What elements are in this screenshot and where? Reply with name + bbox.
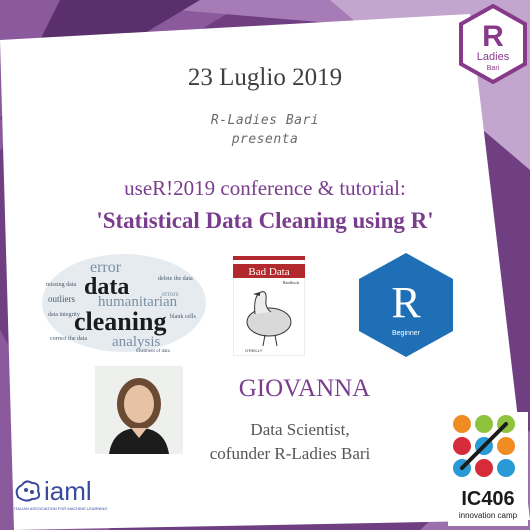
speaker-role: Data Scientist, bbox=[250, 420, 350, 439]
book-title: Bad Data bbox=[248, 266, 289, 278]
word-analysis: analysis bbox=[112, 334, 160, 350]
word-treatment: treatment of data bbox=[136, 349, 171, 354]
word-errors: errors bbox=[162, 290, 179, 298]
ic406-name: IC406 bbox=[461, 488, 514, 510]
presents-label: presenta bbox=[231, 132, 299, 147]
conference-line: useR!2019 conference & tutorial: bbox=[124, 176, 406, 200]
organizer-name: R-Ladies Bari bbox=[210, 113, 320, 128]
word-cleaning: cleaning bbox=[74, 307, 166, 336]
ic406-logo: IC406 innovation camp bbox=[448, 412, 528, 526]
word-blank: blank cells bbox=[170, 314, 196, 320]
word-outliers: outliers bbox=[48, 294, 75, 304]
iaml-brain-icon bbox=[15, 480, 41, 502]
speaker-affiliation: cofunder R-Ladies Bari bbox=[209, 444, 371, 463]
rladies-logo-text: Ladies bbox=[477, 51, 510, 63]
data-cleaning-wordcloud: error data humanitarian cleaning analysi… bbox=[42, 254, 206, 354]
ic406-tagline: innovation camp bbox=[459, 511, 518, 520]
word-integrity: data integrity bbox=[48, 312, 80, 318]
speaker-photo bbox=[95, 366, 183, 454]
word-missing-data: missing data bbox=[46, 282, 77, 288]
r-beginner-logo: R Beginner bbox=[359, 253, 453, 357]
word-delete: delete the data bbox=[158, 276, 193, 282]
bad-data-book: Bad Data Handbook O'REILLY bbox=[233, 256, 305, 356]
r-beginner-label: Beginner bbox=[392, 330, 421, 337]
iaml-tagline: ITALIAN ASSOCIATION FOR MACHINE LEARNING bbox=[14, 506, 108, 511]
tutorial-title: 'Statistical Data Cleaning using R' bbox=[96, 208, 434, 233]
r-beginner-letter: R bbox=[391, 278, 421, 327]
iaml-name: iaml bbox=[44, 476, 92, 506]
event-date: 23 Luglio 2019 bbox=[187, 64, 343, 91]
rladies-logo-letter: R bbox=[482, 20, 504, 53]
book-subtitle: Handbook bbox=[283, 280, 300, 285]
iaml-logo: iaml ITALIAN ASSOCIATION FOR MACHINE LEA… bbox=[14, 478, 134, 511]
speaker-name: GIOVANNA bbox=[238, 375, 371, 402]
book-publisher: O'REILLY bbox=[245, 348, 263, 353]
word-correct: correct the data bbox=[50, 336, 87, 342]
